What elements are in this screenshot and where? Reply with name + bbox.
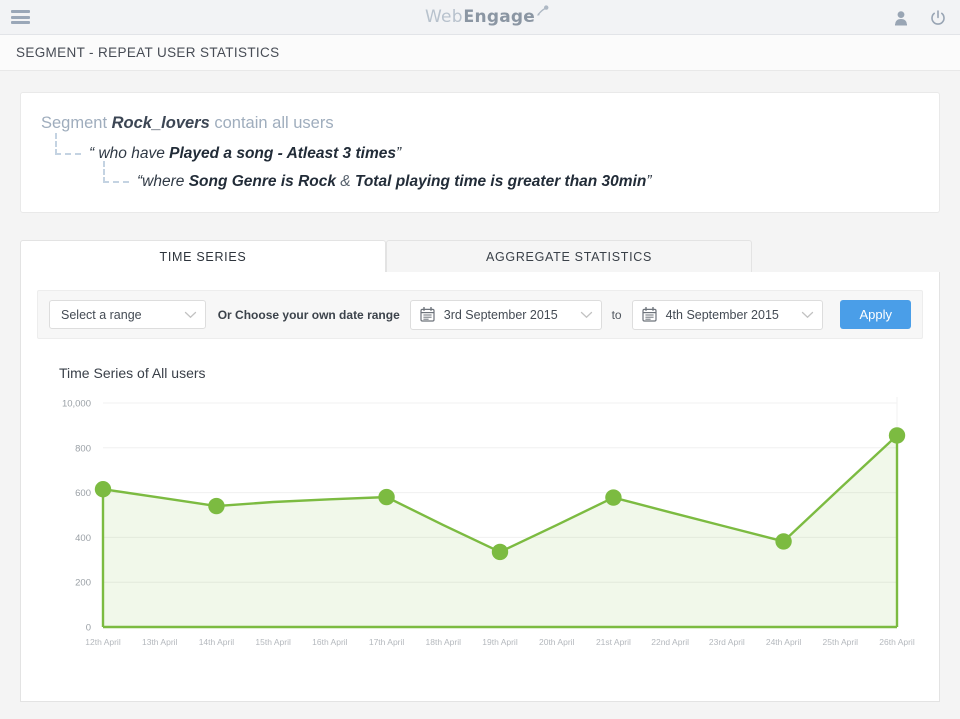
segment-definition-card: Segment Rock_lovers contain all users “ …: [20, 92, 940, 213]
apply-button[interactable]: Apply: [840, 300, 911, 329]
user-icon[interactable]: [894, 10, 908, 26]
x-axis-tick-label: 15th April: [255, 637, 291, 647]
top-bar-actions: [894, 0, 946, 35]
page-title-bar: SEGMENT - REPEAT USER STATISTICS: [0, 35, 960, 71]
x-axis-tick-label: 14th April: [199, 637, 235, 647]
tab-time-series-label: TIME SERIES: [160, 250, 247, 264]
to-label: to: [612, 308, 622, 322]
range-select[interactable]: Select a range: [49, 300, 206, 329]
series-area: [103, 435, 897, 627]
to-date-value: 4th September 2015: [666, 308, 794, 322]
y-axis-tick-label: 200: [75, 578, 91, 589]
segment-suffix: contain all users: [214, 114, 333, 132]
x-axis-tick-label: 17th April: [369, 637, 405, 647]
x-axis-tick-label: 19th April: [482, 637, 518, 647]
range-select-value: Select a range: [61, 308, 142, 322]
calendar-icon: [642, 307, 657, 322]
or-choose-label: Or Choose your own date range: [218, 308, 400, 322]
data-point-marker[interactable]: [775, 533, 791, 549]
segment-prefix: Segment: [41, 114, 107, 132]
y-axis-tick-label: 600: [75, 488, 91, 499]
x-axis-tick-label: 12th April: [85, 637, 121, 647]
tabs-container: TIME SERIES AGGREGATE STATISTICS: [20, 240, 940, 272]
logo-text-ngage: ngage: [475, 7, 535, 27]
x-axis-tick-label: 26th April: [879, 637, 915, 647]
x-axis-tick-label: 25th April: [823, 637, 859, 647]
tab-aggregate-statistics[interactable]: AGGREGATE STATISTICS: [386, 240, 752, 272]
condition-2-prefix: “where: [137, 173, 189, 190]
chart-canvas: 0 200 400 600 800 10,000 12th April 13th April 1…: [37, 393, 940, 651]
condition-2-amp: &: [336, 173, 355, 190]
tab-time-series[interactable]: TIME SERIES: [20, 240, 386, 272]
condition-1-bold: Played a song - Atleast 3 times: [169, 145, 396, 162]
segment-summary-line: Segment Rock_lovers contain all users: [41, 113, 915, 133]
date-filter-bar: Select a range Or Choose your own date r…: [37, 290, 923, 339]
x-axis-tick-label: 13th April: [142, 637, 178, 647]
condition-2-suffix: ”: [646, 173, 651, 190]
y-axis-tick-label: 10,000: [62, 399, 91, 410]
app-logo: WebEngage: [425, 7, 535, 27]
from-date-field[interactable]: 3rd September 2015: [410, 300, 602, 330]
data-point-marker[interactable]: [492, 544, 508, 560]
segment-condition-2: “where Song Genre is Rock & Total playin…: [137, 173, 915, 191]
hamburger-icon[interactable]: [11, 10, 30, 24]
tree-connector-1: [55, 133, 81, 155]
power-icon[interactable]: [930, 10, 946, 26]
chevron-down-icon: [801, 308, 814, 322]
y-axis-tick-label: 800: [75, 443, 91, 454]
x-axis-tick-label: 22nd April: [651, 637, 689, 647]
time-series-chart: 0 200 400 600 800 10,000 12th April 13th April 1…: [37, 393, 923, 653]
condition-2-bold-b: Total playing time is greater than 30min: [355, 173, 646, 190]
calendar-icon: [420, 307, 435, 322]
tree-connector-2: [103, 161, 129, 183]
segment-condition-1: “ who have Played a song - Atleast 3 tim…: [89, 145, 915, 163]
page-title: SEGMENT - REPEAT USER STATISTICS: [16, 45, 280, 60]
y-axis-tick-label: 400: [75, 533, 91, 544]
x-axis-tick-label: 18th April: [426, 637, 462, 647]
logo-text-web: Web: [425, 7, 463, 27]
condition-2-bold-a: Song Genre is Rock: [189, 173, 336, 190]
condition-1-suffix: ”: [396, 145, 401, 162]
x-axis-tick-label: 20th April: [539, 637, 575, 647]
condition-1-prefix: “ who have: [89, 145, 169, 162]
top-bar: WebEngage: [0, 0, 960, 35]
tab-list: TIME SERIES AGGREGATE STATISTICS: [20, 240, 940, 272]
data-point-marker[interactable]: [208, 498, 224, 514]
time-series-panel: Select a range Or Choose your own date r…: [20, 272, 940, 702]
x-axis-tick-label: 23rd April: [709, 637, 745, 647]
from-date-value: 3rd September 2015: [444, 308, 572, 322]
chart-title: Time Series of All users: [59, 365, 923, 381]
data-point-marker[interactable]: [95, 481, 111, 497]
chevron-down-icon: [184, 308, 197, 322]
x-axis-tick-label: 16th April: [312, 637, 348, 647]
to-date-field[interactable]: 4th September 2015: [632, 300, 824, 330]
x-axis-tick-label: 21st April: [596, 637, 631, 647]
tab-aggregate-statistics-label: AGGREGATE STATISTICS: [486, 250, 652, 264]
data-point-marker[interactable]: [378, 489, 394, 505]
logo-text-e: E: [463, 7, 474, 27]
chevron-down-icon: [580, 308, 593, 322]
data-point-marker[interactable]: [889, 427, 905, 443]
y-axis-tick-label: 0: [86, 623, 91, 634]
segment-name: Rock_lovers: [112, 114, 210, 132]
x-axis-tick-label: 24th April: [766, 637, 802, 647]
data-point-marker[interactable]: [605, 489, 621, 505]
